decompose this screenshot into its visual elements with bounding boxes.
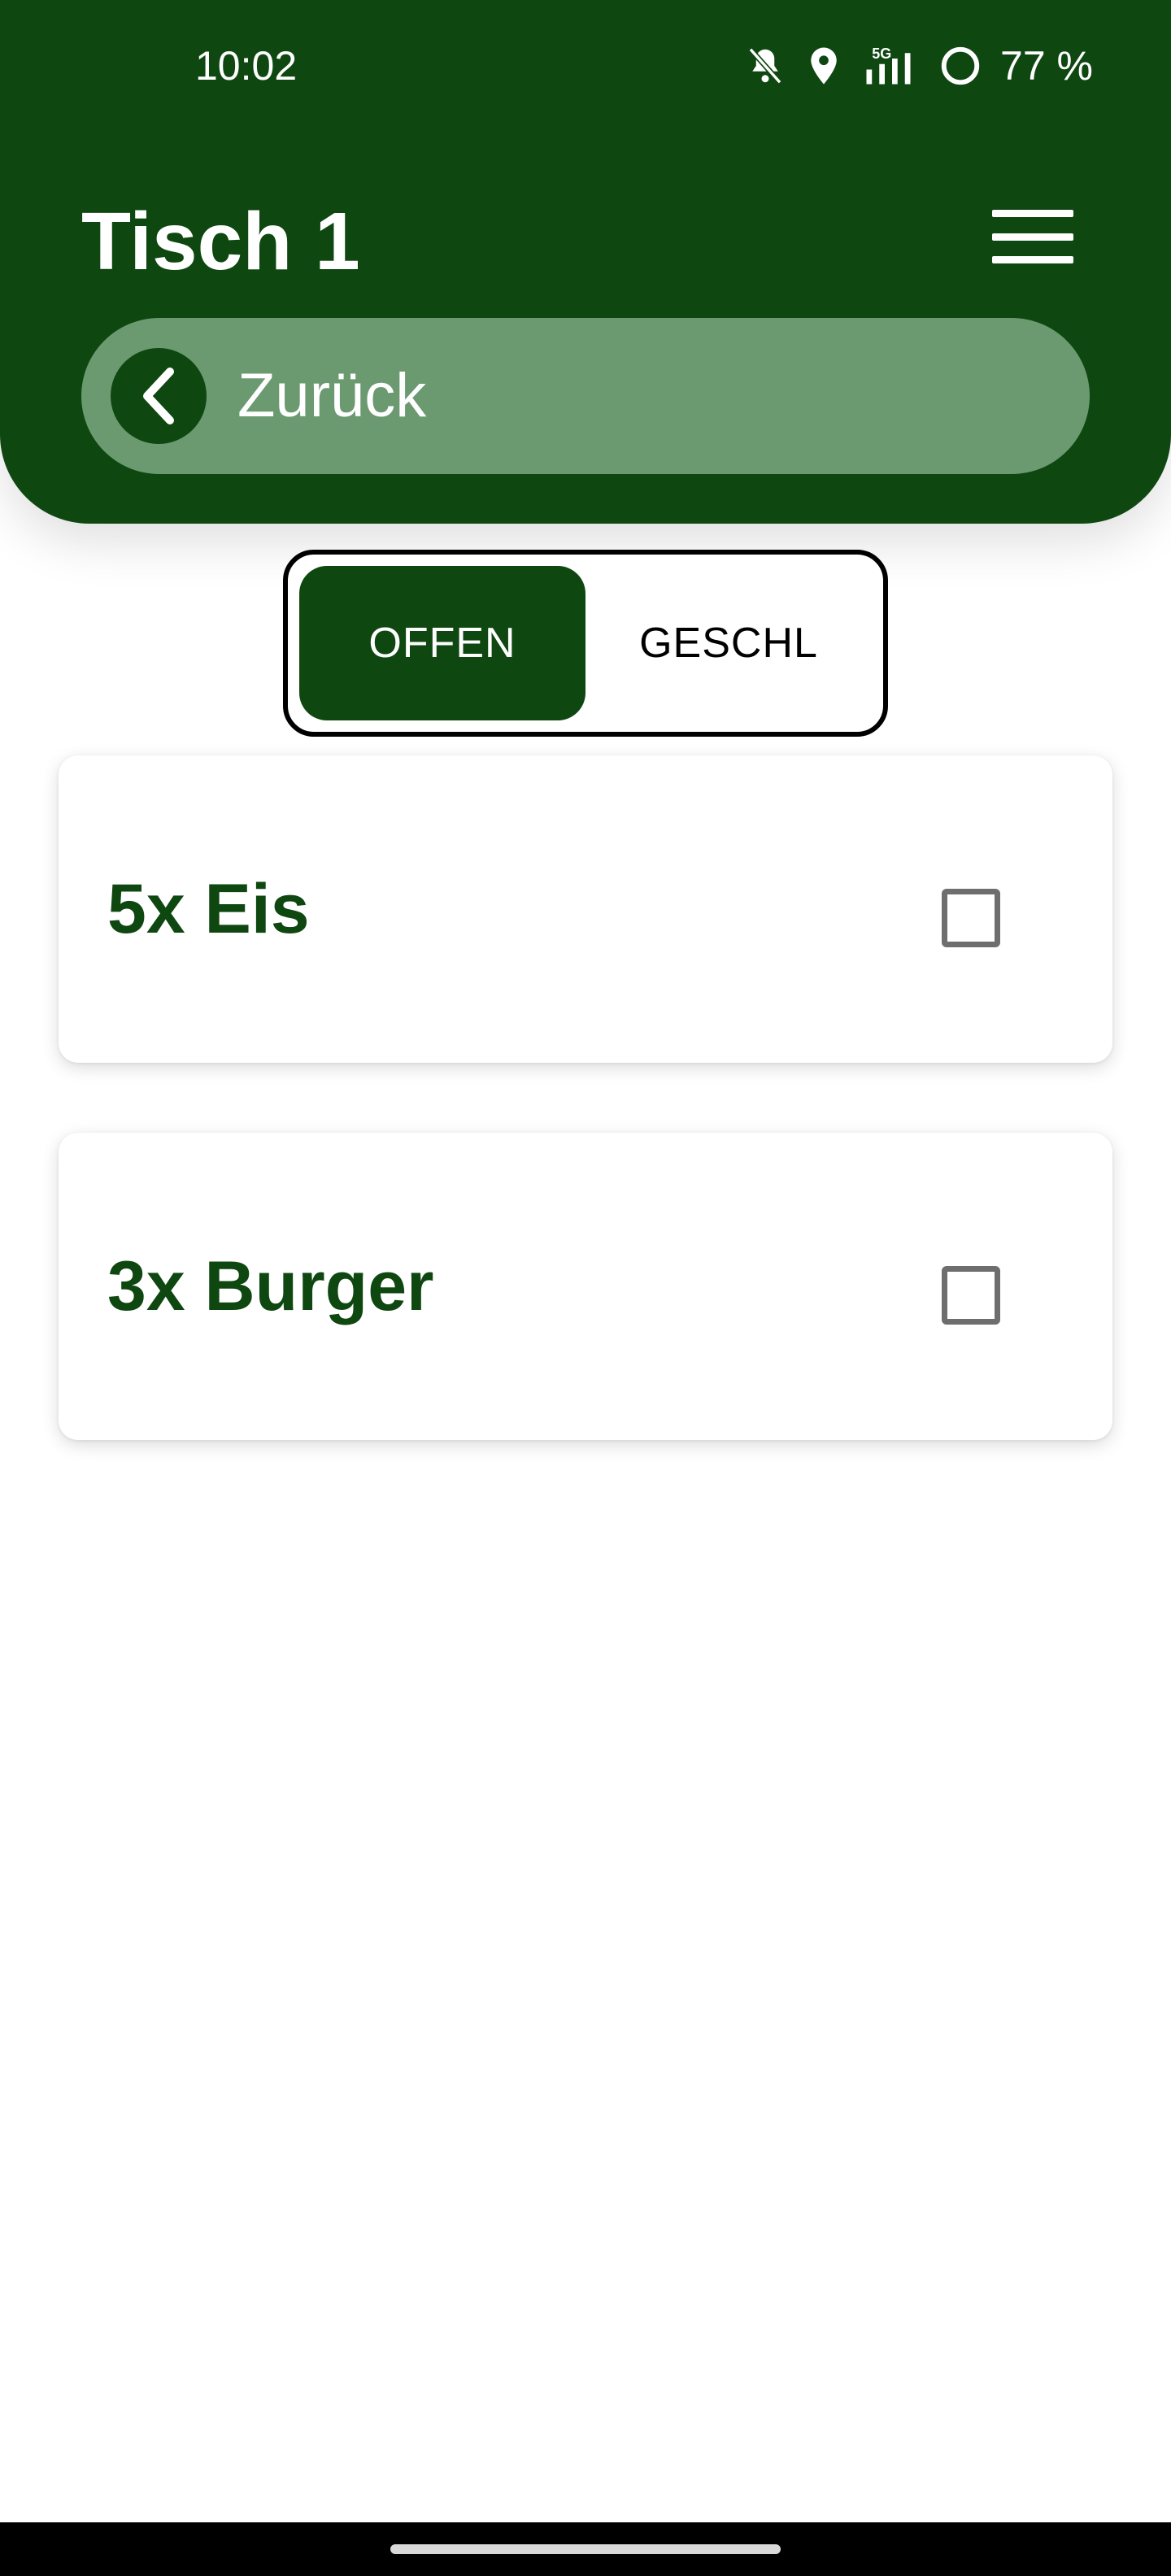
- order-status-toggle: OFFEN GESCHL: [283, 550, 888, 737]
- location-pin-icon: [802, 44, 846, 88]
- home-indicator[interactable]: [390, 2544, 781, 2554]
- status-time: 10:02: [195, 43, 298, 89]
- order-checkbox[interactable]: [942, 1266, 1000, 1325]
- back-button[interactable]: Zurück: [81, 318, 1090, 474]
- system-nav-bar: [0, 2522, 1171, 2576]
- tab-offen[interactable]: OFFEN: [299, 566, 586, 720]
- order-card[interactable]: 5x Eis: [59, 755, 1112, 1063]
- svg-text:5G: 5G: [872, 46, 891, 62]
- order-card[interactable]: 3x Burger: [59, 1133, 1112, 1440]
- order-checkbox[interactable]: [942, 889, 1000, 947]
- bell-off-icon: [743, 44, 787, 88]
- tab-geschlossen[interactable]: GESCHL: [586, 566, 872, 720]
- battery-ring-icon: [938, 44, 982, 88]
- page-title: Tisch 1: [81, 196, 360, 287]
- order-item-label: 3x Burger: [107, 1247, 434, 1325]
- status-icons: 5G 77 %: [743, 37, 1093, 94]
- signal-5g-icon: 5G: [860, 44, 924, 88]
- app-header: 10:02 5G 77 % Tisch 1 Zurück: [0, 0, 1171, 524]
- hamburger-menu-icon[interactable]: [992, 200, 1073, 273]
- chevron-left-icon: [111, 348, 207, 444]
- order-item-label: 5x Eis: [107, 870, 310, 948]
- battery-percent: 77 %: [1000, 43, 1093, 89]
- back-label: Zurück: [237, 361, 427, 430]
